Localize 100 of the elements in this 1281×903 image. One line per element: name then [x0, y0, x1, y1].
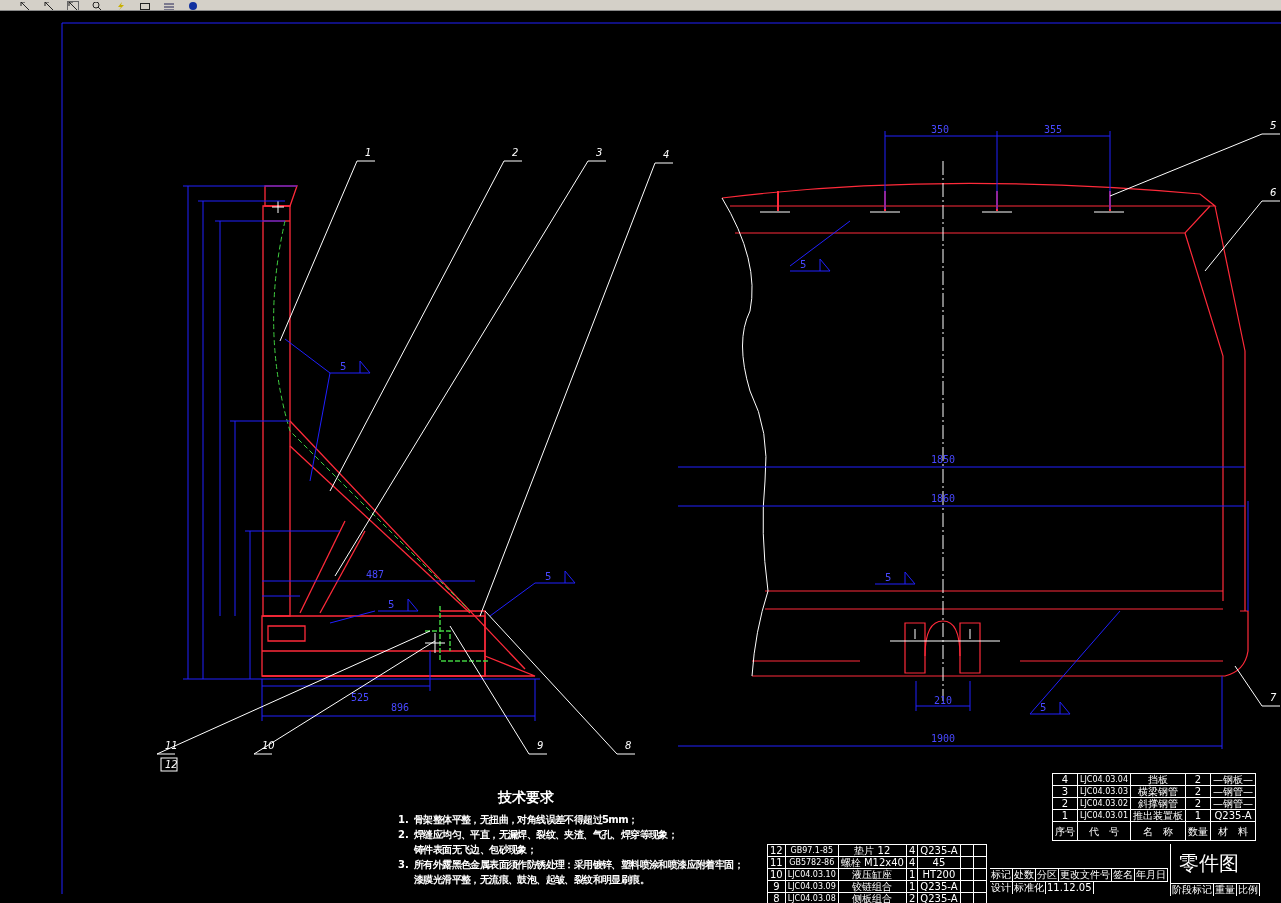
column-header: 数量	[1185, 821, 1211, 841]
table-cell: 重量	[1214, 884, 1237, 896]
table-cell: 45	[917, 856, 960, 869]
weld-symbol	[789, 258, 831, 272]
table-cell: GB97.1-85	[785, 844, 839, 857]
table-cell: LJC04.03.10	[785, 868, 839, 881]
balloon-number: 7	[1270, 692, 1277, 703]
weld-symbol	[534, 570, 576, 584]
table-cell: 1	[906, 880, 918, 893]
note-text: 骨架整体平整，无扭曲，对角线误差不得超过5mm；	[414, 812, 638, 827]
note-number: 1.	[398, 814, 410, 825]
table-cell: 1	[1185, 809, 1211, 822]
table-cell: Q235-A	[917, 880, 960, 893]
table-cell: HT200	[917, 868, 960, 881]
weld-symbol	[377, 598, 419, 612]
table-cell: LJC04.03.04	[1077, 773, 1131, 786]
balloon-number: 9	[537, 740, 544, 751]
table-cell: 1	[906, 868, 918, 881]
weld-size-text: 5	[800, 259, 807, 270]
balloon-number: 5	[1270, 120, 1277, 131]
table-cell: 3	[1052, 785, 1078, 798]
table-cell: Q235-A	[1210, 809, 1256, 822]
dimension-text: 1860	[930, 493, 956, 504]
note-text: 所有外露黑色金属表面须作防锈处理：采用镀锌、塑料喷涂和喷漆应附着牢固；	[414, 857, 743, 872]
balloon-number: 2	[512, 147, 519, 158]
table-cell: —钢管—	[1210, 797, 1256, 810]
weld-size-text: 5	[545, 571, 552, 582]
table-cell: 螺栓 M12x40	[838, 856, 907, 869]
cursor-icon[interactable]	[68, 2, 78, 10]
weld-size-text: 5	[340, 361, 347, 372]
table-cell: 更改文件号	[1059, 869, 1112, 881]
zoom-icon[interactable]	[92, 2, 102, 10]
table-cell: —钢管—	[1210, 785, 1256, 798]
table-cell: LJC04.03.09	[785, 880, 839, 893]
note-text: 漆膜光滑平整，无流痕、鼓泡、起皱、裂纹和明显刷痕。	[414, 872, 649, 887]
table-cell: LJC04.03.08	[785, 892, 839, 903]
table-cell: 铰链组合	[838, 880, 907, 893]
weld-size-text: 5	[885, 572, 892, 583]
note-number: 3.	[398, 859, 410, 870]
table-cell: 垫片 12	[838, 844, 907, 857]
balloon-number: 3	[596, 147, 603, 158]
window-icon[interactable]	[140, 2, 150, 10]
column-header: 序号	[1052, 821, 1078, 841]
cursor-icon[interactable]	[20, 2, 30, 10]
table-cell: 2	[1185, 773, 1211, 786]
table-cell: —钢板—	[1210, 773, 1256, 786]
balloon-number: 6	[1270, 187, 1277, 198]
weld-size-text: 5	[388, 599, 395, 610]
table-cell: 4	[906, 844, 918, 857]
dimension-text: 896	[390, 702, 410, 713]
table-cell: 8	[767, 892, 786, 903]
dimension-text: 350	[930, 124, 950, 135]
table-cell: 标准化	[1013, 882, 1046, 894]
date-cell: 11.12.05	[1046, 882, 1094, 894]
balloon-number: 8	[625, 740, 632, 751]
weld-symbol	[1029, 701, 1071, 715]
weld-symbol	[329, 360, 371, 374]
balloon-number: 1	[365, 147, 372, 158]
circle-icon[interactable]	[188, 2, 198, 10]
table-cell: 推出装置板	[1130, 809, 1186, 822]
table-cell: 9	[767, 880, 786, 893]
table-cell: 4	[906, 856, 918, 869]
table-cell: 2	[906, 892, 918, 903]
column-header: 代 号	[1077, 821, 1131, 841]
table-cell: 1	[1052, 809, 1078, 822]
table-cell: LJC04.03.03	[1077, 785, 1131, 798]
layers-icon[interactable]	[164, 2, 174, 10]
notes-heading: 技术要求	[498, 789, 555, 807]
table-cell: 12	[767, 844, 786, 857]
dimension-text: 1900	[930, 733, 956, 744]
cursor-icon[interactable]	[44, 2, 54, 10]
table-cell: 设计	[990, 882, 1013, 894]
dimension-text: 1850	[930, 454, 956, 465]
column-header: 名 称	[1130, 821, 1186, 841]
dimension-text: 487	[365, 569, 385, 580]
table-cell: 4	[1052, 773, 1078, 786]
boxed-balloon-number: 12	[160, 757, 178, 772]
weld-size-text: 5	[1040, 702, 1047, 713]
table-cell: 10	[767, 868, 786, 881]
note-number: 2.	[398, 829, 410, 840]
table-cell: 标记	[990, 869, 1013, 881]
table-cell: 比例	[1237, 884, 1260, 896]
note-text: 铸件表面无飞边、包砂现象；	[414, 842, 537, 857]
dimension-text: 355	[1043, 124, 1063, 135]
table-cell: 签名	[1112, 869, 1135, 881]
table-cell: 2	[1185, 797, 1211, 810]
balloon-number: 4	[663, 149, 670, 160]
table-cell: 挡板	[1130, 773, 1186, 786]
table-cell: Q235-A	[917, 844, 960, 857]
table-cell: 分区	[1036, 869, 1059, 881]
table-cell: 阶段标记	[1171, 884, 1214, 896]
table-cell: 2	[1185, 785, 1211, 798]
drawing-title: 零件图	[1171, 844, 1260, 884]
weld-symbol	[874, 571, 916, 585]
table-cell: 液压缸座	[838, 868, 907, 881]
table-cell: 年月日	[1135, 869, 1168, 881]
table-cell: 处数	[1013, 869, 1036, 881]
dimension-text: 210	[933, 695, 953, 706]
table-cell: 斜撑钢管	[1130, 797, 1186, 810]
table-cell: 2	[1052, 797, 1078, 810]
